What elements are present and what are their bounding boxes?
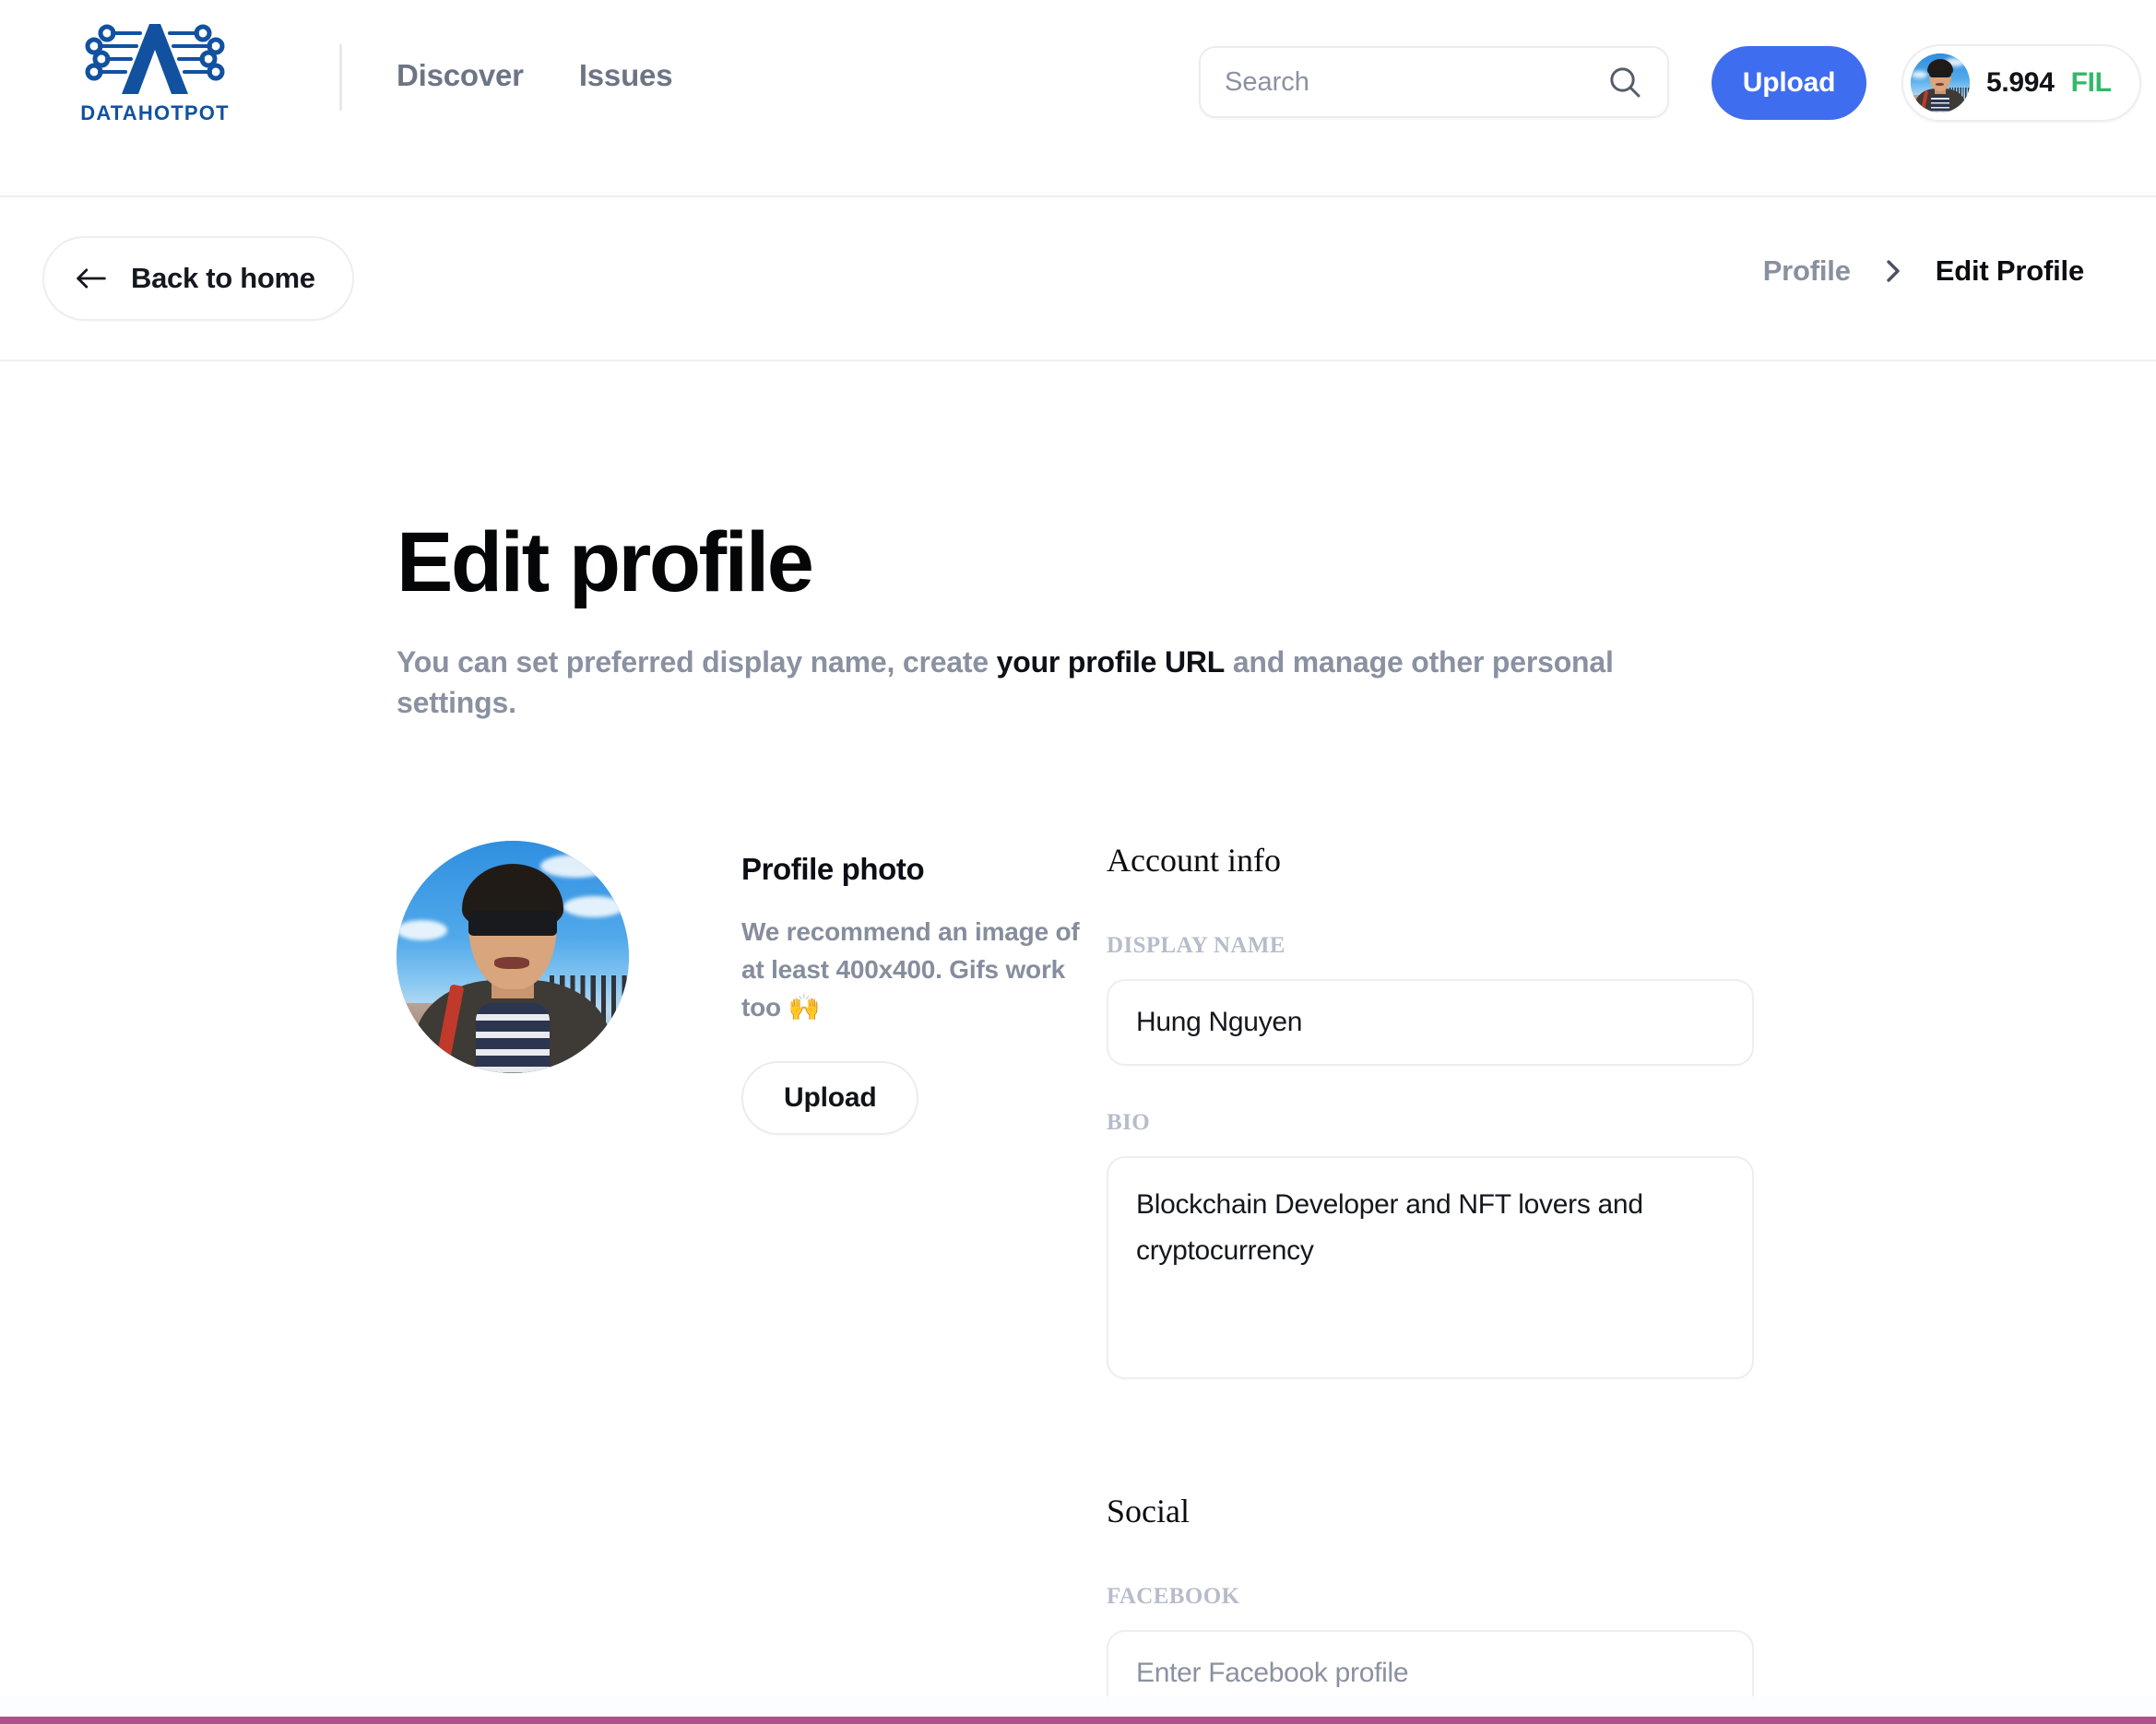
- search-input[interactable]: [1225, 66, 1606, 98]
- field-bio: BIO Blockchain Developer and NFT lovers …: [1107, 1110, 1761, 1379]
- breadcrumb: Profile Edit Profile: [1763, 254, 2085, 288]
- upload-button[interactable]: Upload: [1712, 46, 1866, 120]
- logo[interactable]: DATAHOTPOT: [72, 17, 238, 133]
- facebook-label: FACEBOOK: [1107, 1584, 1240, 1609]
- account-info-heading: Account info: [1107, 842, 1281, 879]
- profile-photo[interactable]: [397, 841, 629, 1073]
- breadcrumb-item-profile[interactable]: Profile: [1763, 254, 1851, 288]
- profile-photo-upload-button[interactable]: Upload: [741, 1061, 919, 1135]
- bio-textarea[interactable]: Blockchain Developer and NFT lovers and …: [1107, 1156, 1754, 1379]
- field-display-name: DISPLAY NAME: [1107, 933, 1761, 1066]
- back-to-home-button[interactable]: Back to home: [42, 236, 354, 321]
- sub-header: Back to home Profile Edit Profile: [0, 197, 2156, 361]
- profile-photo-meta: Profile photo We recommend an image of a…: [741, 841, 1129, 1135]
- account-form-section: Account info DISPLAY NAME BIO Blockchain…: [1107, 841, 1761, 1724]
- display-name-input[interactable]: [1107, 979, 1754, 1066]
- arrow-left-icon: [77, 268, 106, 289]
- profile-photo-section: Profile photo We recommend an image of a…: [397, 841, 1129, 1135]
- page-subtitle-highlight: your profile URL: [996, 645, 1226, 679]
- wallet-chip[interactable]: 5.994 FIL: [1901, 44, 2141, 122]
- datahotpot-circuit-a-logo-icon: [85, 24, 225, 94]
- wallet-balance: 5.994: [1986, 67, 2055, 98]
- site-header: DATAHOTPOT Discover Issues Upload: [0, 0, 2156, 197]
- nav-item-issues[interactable]: Issues: [579, 55, 673, 96]
- nav-item-discover[interactable]: Discover: [397, 55, 524, 96]
- footer-soft-strip: [0, 1696, 2156, 1717]
- back-to-home-label: Back to home: [131, 262, 315, 294]
- page-subtitle-part1: You can set preferred display name, crea…: [397, 645, 997, 679]
- logo-text: DATAHOTPOT: [80, 101, 230, 124]
- footer-accent-bar: [0, 1717, 2156, 1724]
- breadcrumb-item-edit-profile: Edit Profile: [1935, 254, 2084, 287]
- page-subtitle: You can set preferred display name, crea…: [397, 642, 1660, 723]
- chevron-right-icon: [1851, 256, 1936, 286]
- search-icon[interactable]: [1606, 64, 1643, 100]
- main-nav: Discover Issues: [397, 55, 673, 96]
- header-divider: [339, 44, 342, 111]
- profile-photo-hint: We recommend an image of at least 400x40…: [741, 917, 1080, 1021]
- profile-photo-heading: Profile photo: [741, 852, 925, 886]
- display-name-label: DISPLAY NAME: [1107, 933, 1285, 958]
- bio-label: BIO: [1107, 1110, 1151, 1135]
- social-heading: Social: [1107, 1493, 1190, 1529]
- edit-profile-page: DATAHOTPOT Discover Issues Upload: [0, 0, 2156, 1724]
- wallet-currency: FIL: [2070, 67, 2112, 98]
- avatar: [1911, 53, 1970, 112]
- search-box[interactable]: [1199, 46, 1669, 118]
- page-title: Edit profile: [397, 515, 814, 609]
